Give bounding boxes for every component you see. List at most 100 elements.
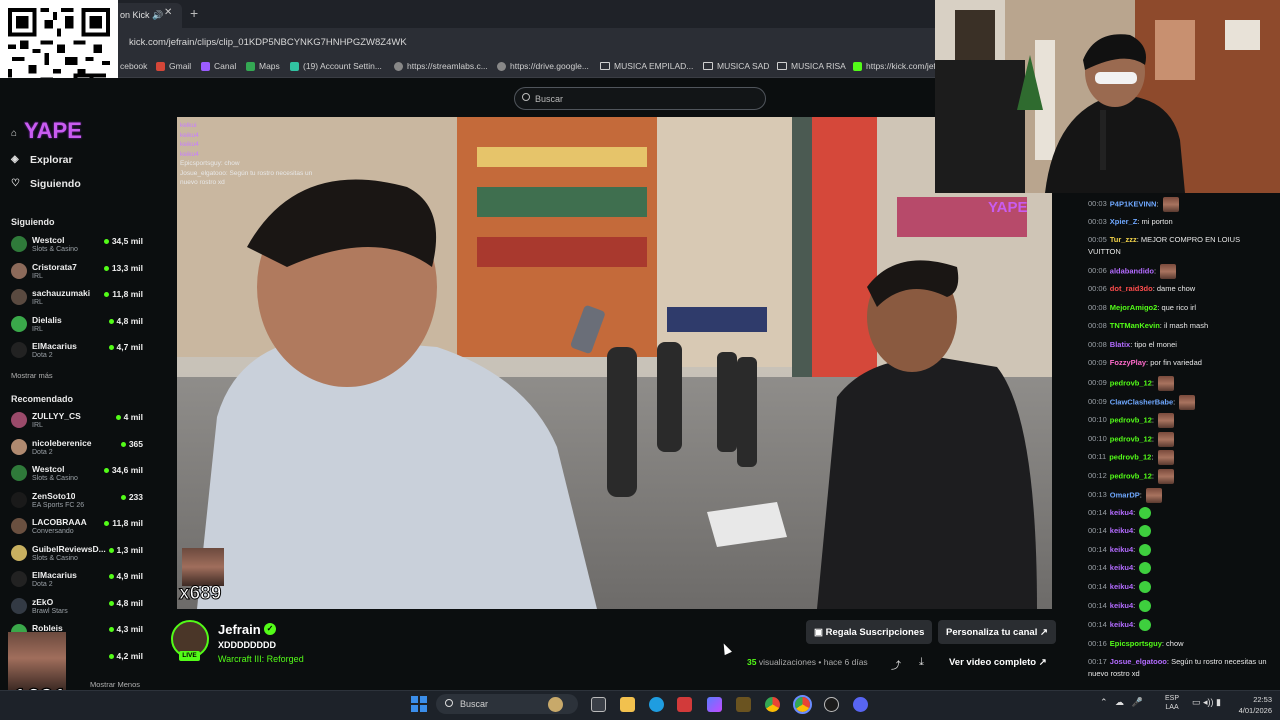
chrome-active-icon[interactable] [793, 695, 812, 714]
show-less-link[interactable]: Mostrar Menos [90, 680, 140, 689]
task-view-icon[interactable] [591, 697, 606, 712]
channel-item[interactable]: Westcol Slots & Casino 34,5 mil [11, 233, 145, 257]
gift-subs-button[interactable]: ▣ Regala Suscripciones [806, 620, 933, 644]
download-icon[interactable]: ⤓ [919, 656, 924, 669]
live-dot [108, 345, 114, 351]
channel-item[interactable]: GuibelReviewsD... Slots & Casino 1,3 mil [11, 542, 145, 566]
channel-item[interactable]: LACOBRAAA Conversando 11,8 mil [11, 515, 145, 539]
category-link[interactable]: Warcraft III: Reforged [218, 654, 304, 664]
video-overlay-chat: kelkui keiku4 keiku4 keiku4 Epicsportsgu… [180, 121, 312, 188]
chat-username[interactable]: aldabandido [1110, 266, 1154, 275]
chat-message: 00:14 keiku4: [1088, 619, 1268, 632]
windows-start-icon[interactable] [411, 696, 427, 712]
channel-avatar [11, 518, 27, 534]
chat-username[interactable]: pedrovb_12 [1110, 415, 1152, 424]
bookmark-drive[interactable]: https://drive.google... [497, 61, 589, 71]
channel-name[interactable]: Jefrain [218, 622, 261, 637]
channel-item[interactable]: ElMacarius Dota 2 4,9 mil [11, 568, 145, 592]
new-tab-button[interactable]: + [190, 5, 198, 21]
channel-item[interactable]: Westcol Slots & Casino 34,6 mil [11, 462, 145, 486]
chat-username[interactable]: P4P1KEVINN [1110, 199, 1157, 208]
chat-username[interactable]: keiku4 [1110, 601, 1133, 610]
live-dot [104, 292, 110, 298]
warcraft-icon[interactable] [736, 697, 751, 712]
bookmark-gmail[interactable]: Gmail [156, 61, 191, 71]
chat-username[interactable]: Xpier_Z [1110, 217, 1138, 226]
network-volume-icons[interactable]: ▭ ◂)) ▮ [1192, 697, 1221, 708]
chat-username[interactable]: ClawClasherBabe [1110, 397, 1173, 406]
obs-icon[interactable] [824, 697, 839, 712]
share-icon[interactable]: ⤴ [891, 657, 901, 672]
account-icon [290, 61, 299, 71]
show-more-link[interactable]: Mostrar más [11, 371, 53, 380]
tab-close-icon[interactable]: ✕ [164, 7, 172, 18]
search-icon [522, 93, 530, 101]
viewer-count: 34,6 mil [103, 465, 143, 475]
chat-username[interactable]: keiku4 [1110, 620, 1133, 629]
bookmark-folder-sad[interactable]: MUSICA SAD [703, 61, 769, 71]
chrome-icon[interactable] [765, 697, 780, 712]
clip-title: XDDDDDDDD [218, 640, 276, 650]
customize-channel-button[interactable]: Personaliza tu canal ↗ [938, 620, 1056, 644]
chat-username[interactable]: MejorAmigo2 [1110, 303, 1158, 312]
chat-username[interactable]: FozzyPlay [1110, 358, 1146, 367]
channel-item[interactable]: sachauzumaki IRL 11,8 mil [11, 286, 145, 310]
full-video-button[interactable]: Ver video completo ↗ [949, 657, 1047, 668]
bookmark-maps[interactable]: Maps [246, 61, 280, 71]
channel-item[interactable]: Cristorata7 IRL 13,3 mil [11, 260, 145, 284]
viewer-count: 1,3 mil [108, 545, 143, 555]
bookmark-facebook[interactable]: cebook [120, 61, 147, 71]
viewer-count: 13,3 mil [103, 263, 143, 273]
channel-avatar [11, 315, 27, 332]
system-tray[interactable]: ⌃ ☁ 🎤 [1100, 697, 1143, 708]
widgets-icon[interactable] [548, 697, 563, 712]
channel-item[interactable]: nicoleberenice Dota 2 365 [11, 436, 145, 460]
chat-username[interactable]: Josue_elgatooo [1110, 657, 1167, 666]
chat-username[interactable]: TNTManKevin [1110, 321, 1160, 330]
home-icon[interactable]: ⌂ [11, 128, 17, 139]
video-player[interactable] [177, 117, 1052, 609]
chat-username[interactable]: keiku4 [1110, 508, 1133, 517]
bookmark-folder-risa[interactable]: MUSICA RISA [777, 61, 846, 71]
channel-item[interactable]: Dielalis IRL 4,8 mil [11, 313, 145, 337]
channel-item[interactable]: ZenSoto10 EA Sports FC 26 233 [11, 489, 145, 513]
chat-timestamp: 00:08 [1088, 321, 1107, 330]
channel-avatar [11, 465, 27, 481]
chat-username[interactable]: keiku4 [1110, 526, 1133, 535]
chat-message: 00:10 pedrovb_12: [1088, 432, 1268, 447]
bookmark-kick[interactable]: https://kick.com/jef [853, 61, 936, 71]
channel-item[interactable]: ElMacarius Dota 2 4,7 mil [11, 339, 145, 363]
app-icon[interactable] [677, 697, 692, 712]
channel-name: ZenSoto10 [32, 490, 76, 501]
bookmark-streamlabs[interactable]: https://streamlabs.c... [394, 61, 488, 71]
chat-username[interactable]: OmarDP [1110, 490, 1140, 499]
chat-username[interactable]: Blatix [1110, 340, 1130, 349]
emote-icon [1158, 469, 1175, 484]
chat-username[interactable]: dot_raid3do [1110, 284, 1153, 293]
bookmark-folder-empilad[interactable]: MUSICA EMPILAD... [600, 61, 693, 71]
file-explorer-icon[interactable] [620, 697, 635, 712]
chat-username[interactable]: keiku4 [1110, 545, 1133, 554]
chat-username[interactable]: keiku4 [1110, 563, 1133, 572]
search-input[interactable]: Buscar [514, 87, 766, 110]
chat-username[interactable]: pedrovb_12 [1110, 434, 1152, 443]
chat-username[interactable]: pedrovb_12 [1110, 471, 1152, 480]
clock[interactable]: 22:53 4/01/2026 [1228, 694, 1272, 716]
language-indicator[interactable]: ESP LAA [1165, 694, 1179, 712]
edge-icon[interactable] [649, 697, 664, 712]
nav-siguiendo[interactable]: ♡ Siguiendo [11, 178, 81, 190]
discord-icon[interactable] [853, 697, 868, 712]
chat-username[interactable]: pedrovb_12 [1110, 378, 1152, 387]
copilot-icon[interactable] [707, 697, 722, 712]
nav-explorar[interactable]: ◈ Explorar [11, 154, 73, 166]
chat-username[interactable]: keiku4 [1110, 582, 1133, 591]
chat-username[interactable]: Epicsportsguy [1110, 639, 1162, 648]
bookmark-account[interactable]: (19) Account Settin... [290, 61, 382, 71]
url-field[interactable]: kick.com/jefrain/clips/clip_01KDP5NBCYNK… [129, 37, 407, 48]
live-dot [120, 441, 126, 447]
chat-username[interactable]: pedrovb_12 [1109, 452, 1151, 461]
bookmark-canal[interactable]: Canal [201, 61, 236, 71]
channel-item[interactable]: ZULLYY_CS IRL 4 mil [11, 409, 145, 433]
chat-username[interactable]: Tur_zzz [1110, 235, 1137, 244]
channel-item[interactable]: zEkO Brawl Stars 4,8 mil [11, 595, 145, 619]
